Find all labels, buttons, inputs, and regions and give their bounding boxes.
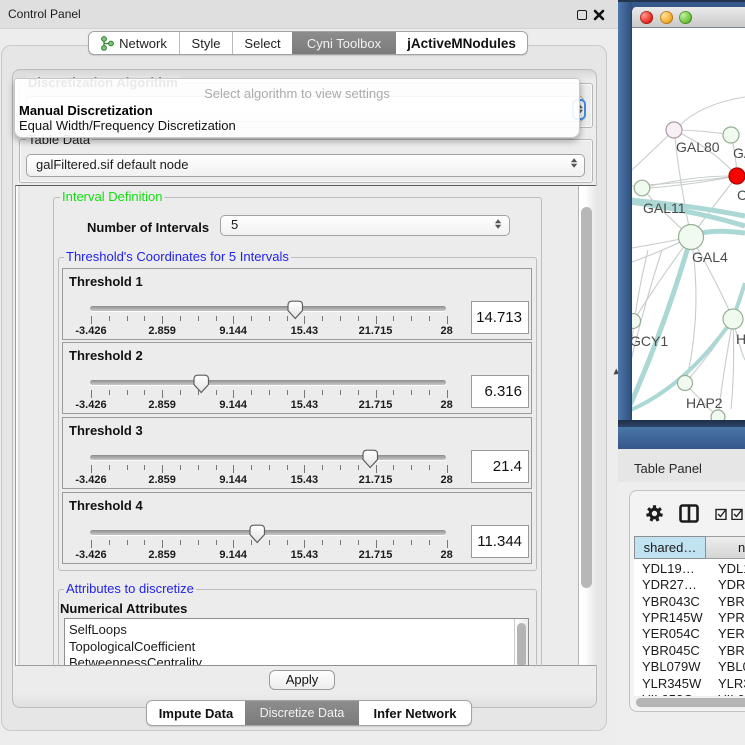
svg-text:C: C: [737, 187, 745, 203]
svg-text:GCY1: GCY1: [632, 333, 668, 349]
svg-text:GAL11: GAL11: [643, 200, 686, 216]
svg-text:HI: HI: [736, 331, 745, 347]
svg-text:GAL80: GAL80: [676, 139, 720, 155]
svg-text:HAP2: HAP2: [686, 395, 723, 411]
svg-text:GA: GA: [733, 145, 745, 161]
svg-text:GAL4: GAL4: [692, 249, 728, 265]
